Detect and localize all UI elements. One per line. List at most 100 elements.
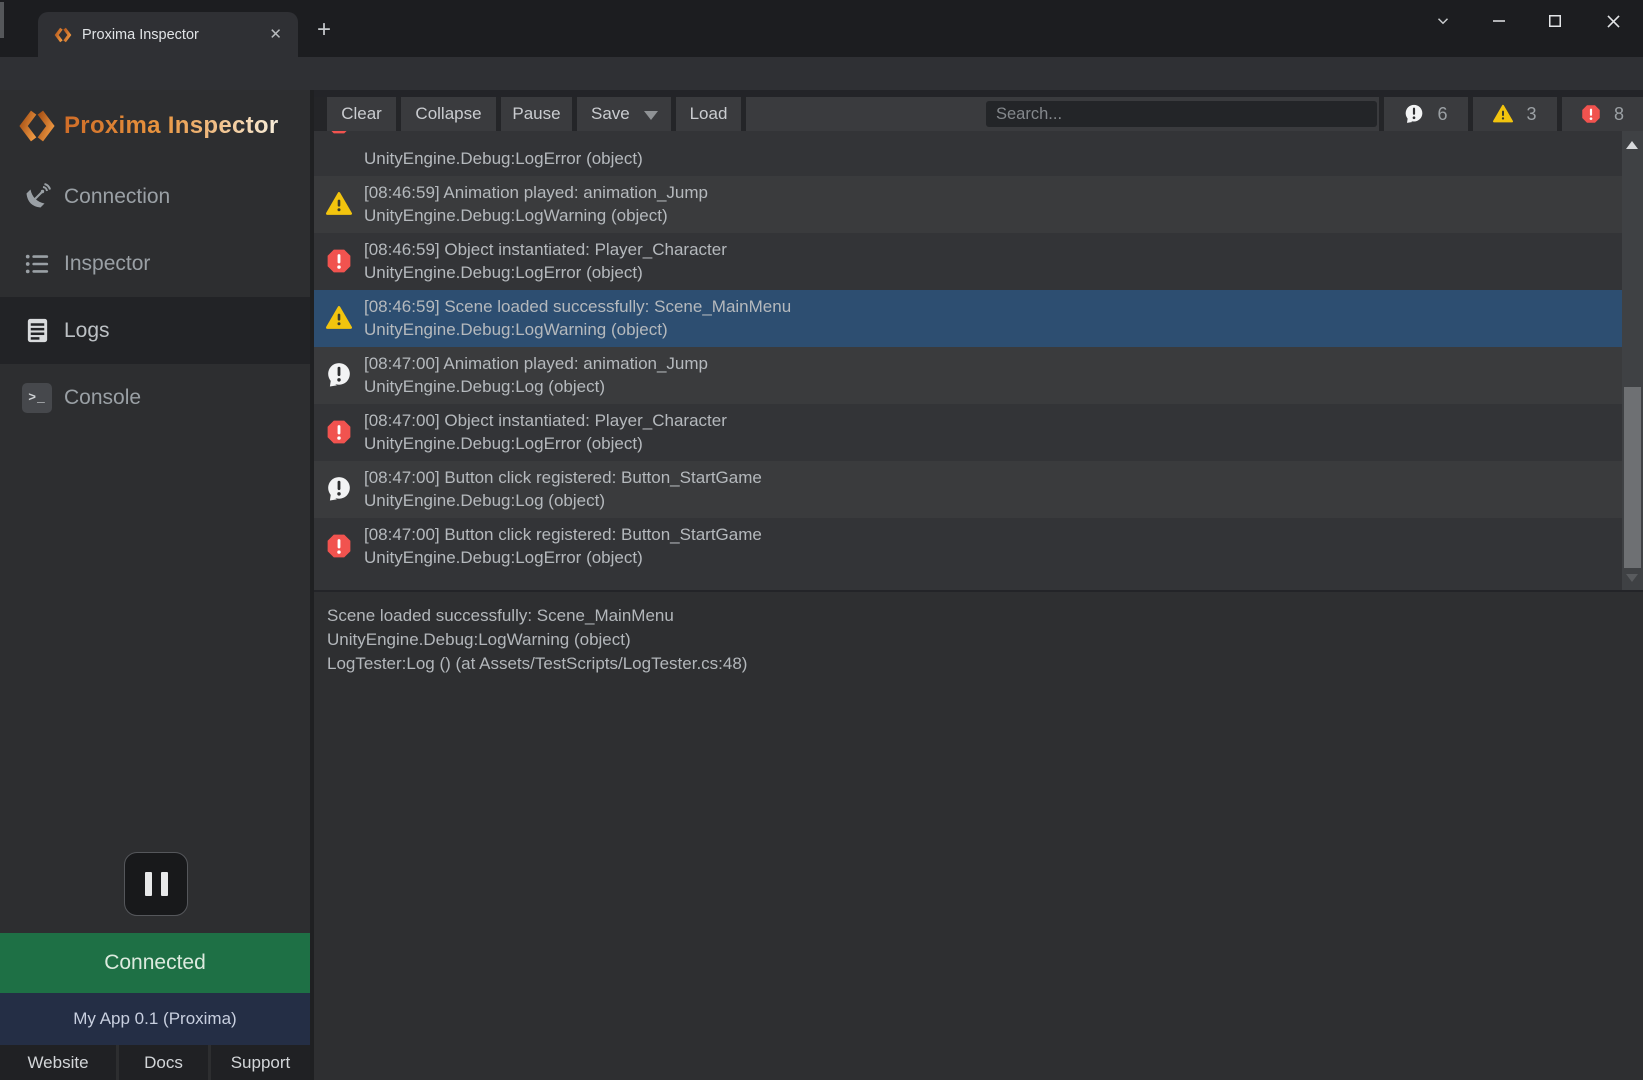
- warning-icon: [326, 305, 352, 331]
- warning-count: 3: [1526, 104, 1536, 125]
- log-stacktrace: UnityEngine.Debug:LogWarning (object): [364, 206, 668, 226]
- log-row[interactable]: [08:46:59] Scene loaded successfully: Sc…: [314, 290, 1622, 347]
- tab-title: Proxima Inspector: [82, 27, 265, 43]
- info-counter[interactable]: 6: [1384, 97, 1468, 131]
- log-row[interactable]: [08:47:00] Object instantiated: Player_C…: [314, 404, 1622, 461]
- terminal-icon: >_: [22, 383, 52, 413]
- log-stacktrace: UnityEngine.Debug:LogWarning (object): [364, 320, 668, 340]
- sidebar-item-logs[interactable]: Logs: [0, 297, 310, 364]
- load-button[interactable]: Load: [676, 97, 741, 131]
- log-stacktrace: UnityEngine.Debug:Log (object): [364, 377, 605, 397]
- pause-connection-button[interactable]: [124, 852, 188, 916]
- log-row[interactable]: [08:46:59] Object instantiated: Player_C…: [314, 233, 1622, 290]
- log-row[interactable]: UnityEngine.Debug:LogError (object): [314, 131, 1622, 176]
- footer-link-docs[interactable]: Docs: [119, 1045, 208, 1080]
- log-message: [08:47:00] Button click registered: Butt…: [364, 525, 762, 545]
- sidebar-item-label: Connection: [64, 185, 170, 209]
- info-icon: [326, 476, 352, 502]
- maximize-button[interactable]: [1544, 10, 1566, 32]
- connected-app-label: My App 0.1 (Proxima): [0, 993, 310, 1045]
- log-row[interactable]: [08:47:00] Button click registered: Butt…: [314, 518, 1622, 575]
- proxima-logo-icon: [18, 107, 56, 145]
- logs-page: Clear Collapse Pause Save Load 6 3: [310, 90, 1643, 1080]
- log-detail-pane: Scene loaded successfully: Scene_MainMen…: [314, 590, 1643, 676]
- error-counter[interactable]: 8: [1562, 97, 1643, 131]
- browser-window: Proxima Inspector ✕ +: [0, 0, 1643, 1080]
- log-stacktrace: UnityEngine.Debug:LogError (object): [364, 548, 643, 568]
- error-count: 8: [1614, 104, 1624, 125]
- log-list: UnityEngine.Debug:LogError (object) [08:4…: [314, 131, 1643, 590]
- error-icon: [326, 248, 352, 274]
- log-row[interactable]: [08:47:00] Animation played: animation_J…: [314, 347, 1622, 404]
- detail-line: UnityEngine.Debug:LogWarning (object): [327, 628, 1643, 652]
- error-icon: [326, 131, 352, 135]
- log-message: [08:47:00] Object instantiated: Player_C…: [364, 411, 727, 431]
- sidebar-item-connection[interactable]: Connection: [0, 163, 310, 230]
- log-stacktrace: UnityEngine.Debug:LogError (object): [364, 434, 643, 454]
- list-icon: [22, 249, 52, 279]
- proxima-favicon-icon: [54, 26, 72, 44]
- log-stacktrace: UnityEngine.Debug:LogError (object): [364, 263, 643, 283]
- error-icon: [1581, 104, 1601, 124]
- tab-close-icon[interactable]: ✕: [265, 25, 286, 44]
- sidebar-item-inspector[interactable]: Inspector: [0, 230, 310, 297]
- sidebar-item-label: Logs: [64, 319, 110, 343]
- info-icon: [326, 362, 352, 388]
- connection-status-badge: Connected: [0, 933, 310, 993]
- info-count: 6: [1437, 104, 1447, 125]
- log-row[interactable]: [08:47:00] Button click registered: Butt…: [314, 461, 1622, 518]
- document-icon: [22, 316, 52, 346]
- sidebar-item-console[interactable]: >_ Console: [0, 364, 310, 431]
- sidebar-item-label: Inspector: [64, 252, 150, 276]
- log-message: [08:47:00] Button click registered: Butt…: [364, 468, 762, 488]
- scrollbar[interactable]: [1622, 131, 1643, 590]
- detail-line: Scene loaded successfully: Scene_MainMen…: [327, 604, 1643, 628]
- save-dropdown-icon[interactable]: [644, 111, 658, 120]
- pause-button[interactable]: Pause: [501, 97, 572, 131]
- tab-strip: Proxima Inspector ✕ +: [0, 0, 1643, 57]
- collapse-button[interactable]: Collapse: [401, 97, 496, 131]
- warning-counter[interactable]: 3: [1473, 97, 1557, 131]
- app-logo-text: Proxima Inspector: [64, 112, 279, 140]
- close-button[interactable]: [1602, 10, 1624, 32]
- window-edge: [0, 2, 4, 38]
- info-icon: [1404, 104, 1424, 124]
- log-message: [08:46:59] Object instantiated: Player_C…: [364, 240, 727, 260]
- scroll-down-icon[interactable]: [1626, 574, 1638, 582]
- scroll-up-icon[interactable]: [1626, 141, 1638, 149]
- minimize-button[interactable]: [1488, 10, 1510, 32]
- search-box: [986, 101, 1377, 127]
- footer-link-website[interactable]: Website: [0, 1045, 116, 1080]
- error-icon: [326, 533, 352, 559]
- browser-tab[interactable]: Proxima Inspector ✕: [38, 12, 298, 57]
- sidebar-item-label: Console: [64, 386, 141, 410]
- log-row[interactable]: [08:46:59] Animation played: animation_J…: [314, 176, 1622, 233]
- error-icon: [326, 419, 352, 445]
- tab-search-chevron-icon[interactable]: [1432, 10, 1454, 32]
- log-message: [08:47:00] Animation played: animation_J…: [364, 354, 708, 374]
- scrollbar-thumb[interactable]: [1624, 387, 1641, 568]
- app-logo: Proxima Inspector: [18, 104, 279, 148]
- detail-line: LogTester:Log () (at Assets/TestScripts/…: [327, 652, 1643, 676]
- main-top-strip: [314, 90, 1643, 97]
- new-tab-button[interactable]: +: [311, 18, 337, 44]
- log-stacktrace: UnityEngine.Debug:LogError (object): [364, 149, 643, 169]
- warning-icon: [326, 191, 352, 217]
- satellite-dish-icon: [22, 182, 52, 212]
- logs-toolbar: Clear Collapse Pause Save Load 6 3: [314, 97, 1643, 131]
- footer-link-support[interactable]: Support: [211, 1045, 310, 1080]
- pause-icon: [161, 872, 168, 896]
- save-label: Save: [591, 104, 630, 124]
- log-message: [08:46:59] Scene loaded successfully: Sc…: [364, 297, 791, 317]
- browser-toolbar: Not secure https://10.0.0.216:7759/logs: [0, 57, 1643, 90]
- search-segment: [746, 97, 1379, 131]
- sidebar: Proxima Inspector Connection: [0, 90, 310, 1080]
- sidebar-footer: Website Docs Support: [0, 1045, 310, 1080]
- log-message: [08:46:59] Animation played: animation_J…: [364, 183, 708, 203]
- log-stacktrace: UnityEngine.Debug:Log (object): [364, 491, 605, 511]
- pause-icon: [145, 872, 152, 896]
- warning-icon: [1493, 104, 1513, 124]
- search-input[interactable]: [986, 101, 1377, 127]
- save-button[interactable]: Save: [577, 97, 671, 131]
- clear-button[interactable]: Clear: [327, 97, 396, 131]
